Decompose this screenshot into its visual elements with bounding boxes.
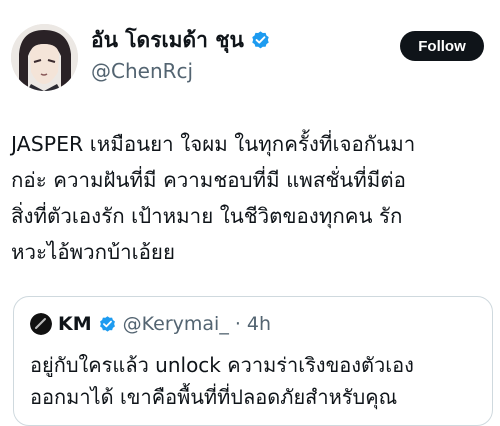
quoted-tweet-time[interactable]: 4h — [247, 313, 271, 335]
author-display-name[interactable]: อัน โดรเมด้า ชุน — [91, 26, 271, 54]
quoted-author-handle[interactable]: @Kerymai_ — [123, 313, 229, 335]
verified-badge-icon — [250, 30, 271, 51]
author-name-text: อัน โดรเมด้า ชุน — [91, 28, 244, 52]
anime-character-avatar-icon — [11, 24, 78, 91]
tweet-line: JASPER เหมือนยา ใจผม ในทุกครั้งที่เจอกัน… — [11, 132, 416, 156]
verified-badge-icon — [98, 315, 117, 334]
author-avatar[interactable] — [11, 24, 78, 91]
quoted-tweet-line: ออกมาได้ เขาคือพื้นที่ที่ปลอดภัยสำหรับคุ… — [30, 385, 398, 409]
tweet-line: หวะไอ้พวกบ้าเอ้ยย — [11, 240, 175, 264]
quoted-tweet-line: อยู่กับใครแล้ว unlock ความร่าเริงของตัวเ… — [30, 353, 414, 377]
quoted-author-name[interactable]: KM — [58, 313, 92, 335]
follow-button[interactable]: Follow — [400, 31, 484, 61]
author-handle[interactable]: @ChenRcj — [91, 58, 193, 84]
tweet-text: JASPER เหมือนยา ใจผม ในทุกครั้งที่เจอกัน… — [11, 126, 491, 270]
quoted-tweet-text: อยู่กับใครแล้ว unlock ความร่าเริงของตัวเ… — [30, 349, 480, 413]
separator-dot: · — [234, 313, 241, 335]
quoted-author-avatar[interactable] — [30, 313, 52, 335]
quoted-tweet-card[interactable]: KM @Kerymai_ · 4h อยู่กับใครแล้ว unlock … — [13, 296, 493, 426]
quoted-tweet-header: KM @Kerymai_ · 4h — [30, 313, 271, 335]
tweet-line: สิ่งที่ตัวเองรัก เป้าหมาย ในชีวิตของทุกค… — [11, 204, 403, 228]
dark-circle-avatar-icon — [30, 313, 52, 335]
tweet-line: กอ่ะ ความฝันที่มี ความชอบที่มี แพสชั่นที… — [11, 168, 406, 192]
